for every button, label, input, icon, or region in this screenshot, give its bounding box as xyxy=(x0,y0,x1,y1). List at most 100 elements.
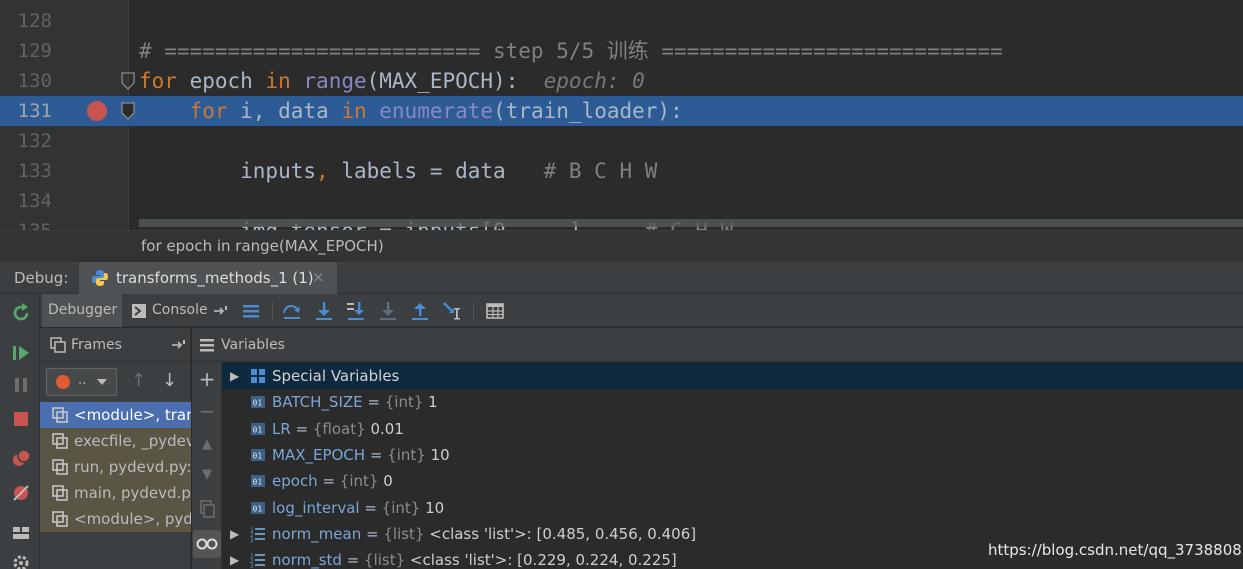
add-watch-icon[interactable]: + xyxy=(196,368,218,390)
line-number[interactable]: 130 xyxy=(0,66,52,96)
show-watches-icon[interactable] xyxy=(193,530,221,558)
code-line[interactable]: 130 for epoch in range(MAX_EPOCH): epoch:… xyxy=(0,66,1243,96)
toolbar-separator xyxy=(272,302,273,320)
code-token: (train_loader): xyxy=(493,99,683,123)
frame-row[interactable]: <module>, transforms_methods_1.py xyxy=(40,402,191,428)
variable-name: norm_std xyxy=(272,551,342,569)
code-token: inputs xyxy=(139,159,317,183)
code-token: # B C H W xyxy=(543,159,658,183)
variable-row[interactable]: 01 epoch = {int} 0 xyxy=(222,468,1243,494)
evaluate-expression-icon[interactable] xyxy=(484,300,506,322)
show-execution-point-icon[interactable] xyxy=(240,300,262,322)
variable-row[interactable]: 01 BATCH_SIZE = {int} 1 xyxy=(222,389,1243,415)
tab-debugger[interactable]: Debugger xyxy=(42,294,122,327)
pause-icon[interactable] xyxy=(10,374,32,396)
line-number[interactable]: 131 xyxy=(0,96,52,126)
move-down-icon[interactable]: ▼ xyxy=(196,464,218,486)
editor-horizontal-scrollbar[interactable] xyxy=(139,219,1243,227)
svg-text:01: 01 xyxy=(253,451,263,460)
variable-value: 1 xyxy=(423,393,438,412)
toolbar-separator xyxy=(473,302,474,320)
line-number[interactable]: 128 xyxy=(0,6,52,36)
variable-value: 0.01 xyxy=(365,419,404,438)
thread-select[interactable]: .. xyxy=(46,368,117,396)
variables-panel: Variables + − ▲ ▼ ▶ Special Variables 01 BA… xyxy=(192,328,1243,569)
pin-icon[interactable] xyxy=(214,305,228,317)
variable-row[interactable]: 01 LR = {float} 0.01 xyxy=(222,416,1243,442)
code-text: # ========================= step 5/5 训练 … xyxy=(139,36,1003,66)
breadcrumb[interactable]: for epoch in range(MAX_EPOCH) xyxy=(0,230,1243,262)
code-line[interactable]: 128 xyxy=(0,6,1243,36)
tab-console[interactable]: Console xyxy=(128,294,240,327)
arrow-up-icon[interactable]: ↑ xyxy=(131,370,146,391)
variable-type: {list} xyxy=(383,524,425,543)
code-token: (MAX_EPOCH): xyxy=(366,69,544,93)
step-over-icon[interactable] xyxy=(281,300,303,322)
stop-icon[interactable] xyxy=(10,408,32,430)
arrow-down-icon[interactable]: ↓ xyxy=(162,370,177,391)
frame-row[interactable]: execfile, _pydev_execfile.py xyxy=(40,428,191,454)
list-type-icon: 123 xyxy=(250,527,265,542)
line-number[interactable]: 129 xyxy=(0,36,52,66)
code-line[interactable]: 129 # ========================= step 5/5 … xyxy=(0,36,1243,66)
variable-row[interactable]: 01 log_interval = {int} 10 xyxy=(222,495,1243,521)
expand-arrow-icon[interactable]: ▶ xyxy=(230,547,239,569)
code-editor[interactable]: 128 129 # ========================= step 5… xyxy=(0,0,1243,230)
variable-row[interactable]: 01 MAX_EPOCH = {int} 10 xyxy=(222,442,1243,468)
variable-value: <class 'list'>: [0.229, 0.224, 0.225] xyxy=(405,551,677,569)
close-icon[interactable]: × xyxy=(312,268,325,286)
frame-label: run, pydevd.py:1 xyxy=(74,458,191,476)
copy-watch-icon[interactable] xyxy=(196,498,218,520)
special-variables-icon xyxy=(251,369,265,383)
current-execution-line[interactable]: 131 for i, data in enumerate(train_loade… xyxy=(0,96,1243,126)
settings-icon[interactable] xyxy=(10,552,32,569)
frame-row[interactable]: main, pydevd.py xyxy=(40,480,191,506)
line-number[interactable]: 135 xyxy=(0,216,52,230)
variable-name: Special Variables xyxy=(272,367,400,385)
variables-side-toolbar: + − ▲ ▼ xyxy=(192,362,222,569)
line-number[interactable]: 134 xyxy=(0,186,52,216)
frame-row[interactable]: run, pydevd.py:1 xyxy=(40,454,191,480)
step-into-my-code-icon[interactable] xyxy=(345,300,367,322)
variable-text: LR = {float} 0.01 xyxy=(272,416,404,442)
layout-icon[interactable] xyxy=(10,522,32,544)
resume-icon[interactable] xyxy=(10,342,32,364)
line-number[interactable]: 132 xyxy=(0,126,52,156)
expand-arrow-icon[interactable]: ▶ xyxy=(230,521,239,547)
inline-debug-value: epoch: 0 xyxy=(543,69,645,93)
breakpoint-icon[interactable] xyxy=(87,101,107,121)
variables-title: Variables xyxy=(221,337,285,353)
variable-text: MAX_EPOCH = {int} 10 xyxy=(272,442,450,468)
code-token: in xyxy=(265,69,291,93)
code-line[interactable]: 134 xyxy=(0,186,1243,216)
frame-row[interactable]: <module>, pydevd.py xyxy=(40,506,191,532)
breadcrumb-item[interactable]: for epoch in range(MAX_EPOCH) xyxy=(141,237,384,255)
number-type-icon: 01 xyxy=(251,448,265,461)
move-up-icon[interactable]: ▲ xyxy=(196,434,218,456)
variable-text: norm_std = {list} <class 'list'>: [0.229… xyxy=(272,547,677,569)
variable-type: {int} xyxy=(381,498,421,517)
code-line[interactable]: 133 inputs, labels = data # B C H W xyxy=(0,156,1243,186)
fold-icon[interactable] xyxy=(121,102,135,120)
pin-icon[interactable] xyxy=(172,339,186,351)
rerun-icon[interactable] xyxy=(10,302,32,324)
step-out-icon[interactable] xyxy=(409,300,431,322)
code-token: range xyxy=(303,69,367,93)
variables-header: Variables xyxy=(192,328,1243,362)
line-number[interactable]: 133 xyxy=(0,156,52,186)
run-to-cursor-icon[interactable] xyxy=(441,300,463,322)
remove-watch-icon[interactable]: − xyxy=(196,400,218,422)
expand-arrow-icon[interactable]: ▶ xyxy=(230,363,239,389)
run-config-tab[interactable]: transforms_methods_1 (1) × xyxy=(79,262,337,294)
code-line[interactable]: 132 xyxy=(0,126,1243,156)
frames-icon xyxy=(50,337,66,353)
mute-breakpoints-icon[interactable] xyxy=(10,482,32,504)
special-variables-row[interactable]: ▶ Special Variables xyxy=(222,363,1243,389)
view-breakpoints-icon[interactable] xyxy=(10,448,32,470)
fold-icon[interactable] xyxy=(121,72,135,90)
debug-left-toolbar xyxy=(0,294,40,569)
force-step-into-icon[interactable] xyxy=(377,300,399,322)
debug-label: Debug: xyxy=(14,269,69,287)
step-into-icon[interactable] xyxy=(313,300,335,322)
variable-value: 10 xyxy=(420,498,445,517)
